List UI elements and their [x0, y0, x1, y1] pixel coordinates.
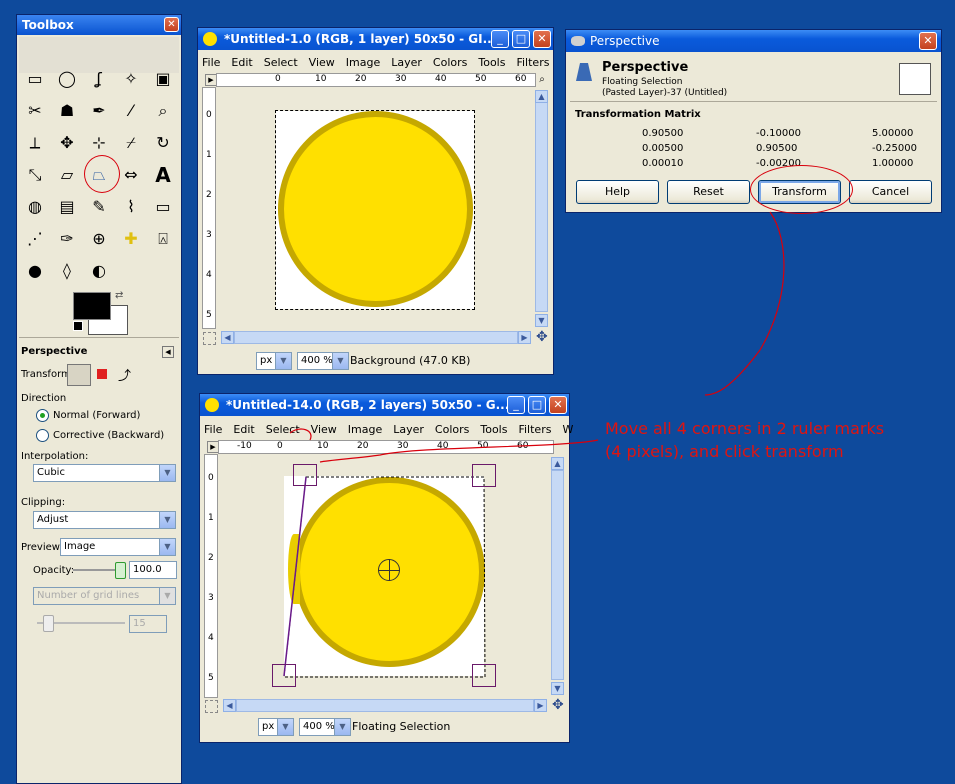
annotation-arrows: [289, 211, 785, 463]
annotation-line-1: Move all 4 corners in 2 ruler marks: [605, 419, 885, 438]
annotation-line-2: (4 pixels), and click transform: [605, 442, 844, 461]
